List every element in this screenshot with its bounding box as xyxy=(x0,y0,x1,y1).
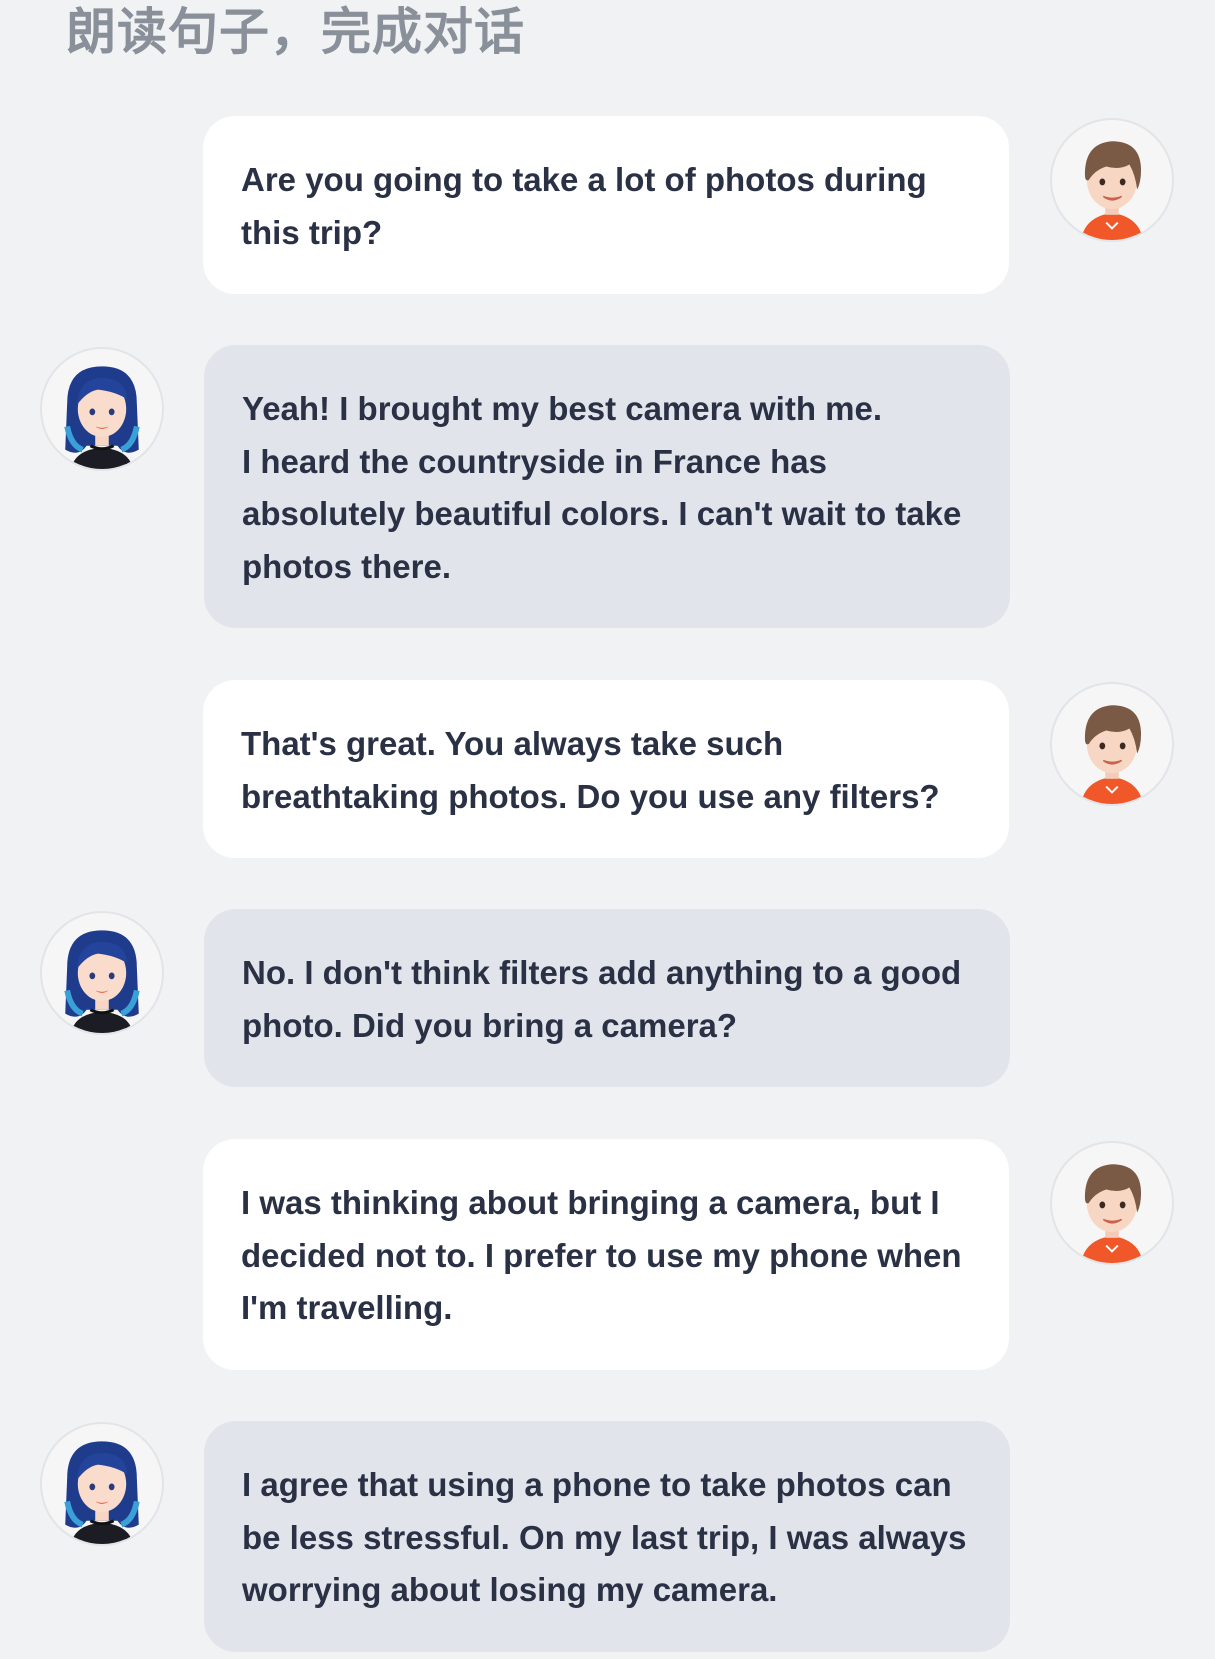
message-bubble-boy[interactable]: Are you going to take a lot of photos du… xyxy=(203,116,1009,294)
girl-avatar-icon[interactable] xyxy=(40,911,164,1035)
girl-avatar-icon[interactable] xyxy=(40,347,164,471)
message-line: worrying about losing my camera. xyxy=(242,1571,778,1608)
message-line: photo. Did you bring a camera? xyxy=(242,1006,738,1044)
message-line: That's great. You always take such xyxy=(241,725,784,762)
message-line: absolutely beautiful colors. I can't wai… xyxy=(242,495,962,532)
message-bubble-boy[interactable]: I was thinking about bringing a camera, … xyxy=(203,1139,1009,1370)
message-line: I agree that using a phone to take photo… xyxy=(242,1466,952,1503)
message-bubble-girl[interactable]: I agree that using a phone to take photo… xyxy=(204,1421,1010,1652)
message-bubble-girl[interactable]: No. I don't think filters add anything t… xyxy=(204,909,1010,1087)
message-line: No. I don't think filters add anything t… xyxy=(242,954,962,991)
message-line: decided not to. I prefer to use my phone… xyxy=(241,1236,962,1274)
message-bubble-boy[interactable]: That's great. You always take such breat… xyxy=(203,680,1009,858)
message-line: breathtaking photos. Do you use any filt… xyxy=(241,777,940,815)
message-line: this trip? xyxy=(241,213,383,251)
message-line: I'm travelling. xyxy=(241,1289,453,1326)
page-title: 朗读句子，完成对话 xyxy=(66,3,525,61)
message-line: Are you going to take a lot of photos du… xyxy=(241,161,927,198)
boy-avatar-icon[interactable] xyxy=(1050,682,1174,806)
boy-avatar-icon[interactable] xyxy=(1050,1141,1174,1265)
message-line: photos there. xyxy=(242,547,452,585)
girl-avatar-icon[interactable] xyxy=(40,1422,164,1546)
message-line: I was thinking about bringing a camera, … xyxy=(241,1184,940,1221)
message-line: be less stressful. On my last trip, I wa… xyxy=(242,1518,967,1556)
message-line: Yeah! I brought my best camera with me. xyxy=(242,390,883,427)
boy-avatar-icon[interactable] xyxy=(1050,118,1174,242)
message-line: I heard the countryside in France has xyxy=(242,442,827,480)
message-bubble-girl[interactable]: Yeah! I brought my best camera with me. … xyxy=(204,345,1010,628)
